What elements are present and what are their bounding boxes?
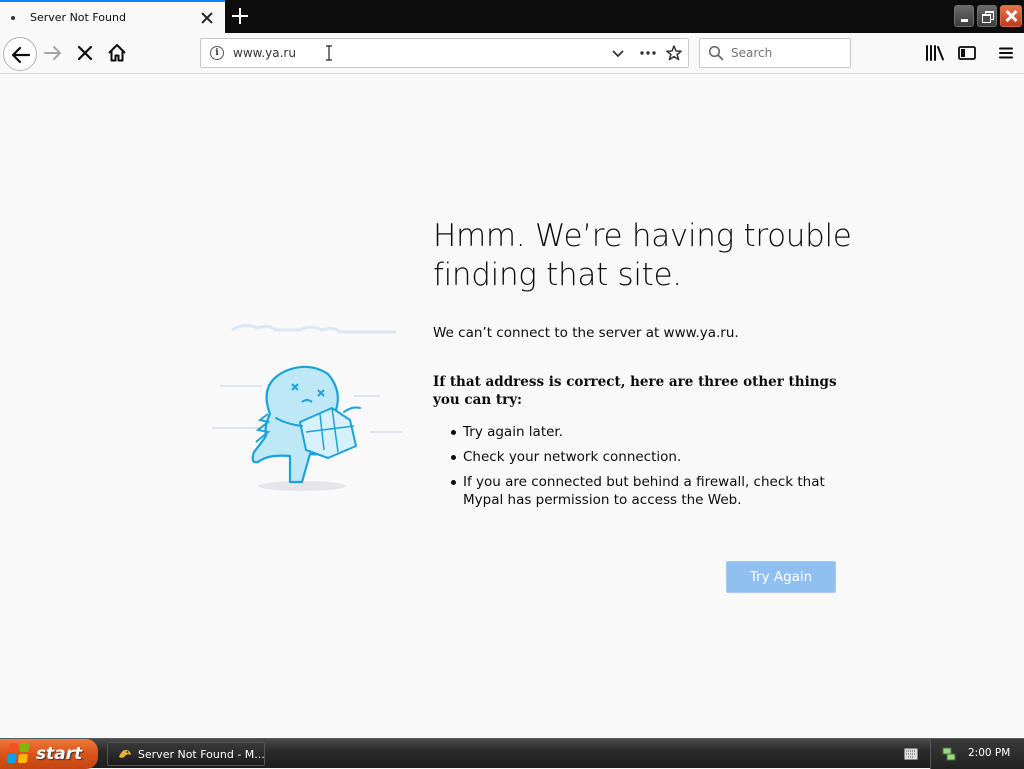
page-actions-icon[interactable] <box>639 45 657 61</box>
error-description: We can’t connect to the server at www.ya… <box>433 325 739 341</box>
text-cursor-icon <box>326 45 332 61</box>
tab-favicon-icon <box>11 15 15 20</box>
windows-logo-icon <box>6 743 31 765</box>
minimize-button[interactable] <box>954 5 974 27</box>
error-suggestions-list: Try again later. Check your network conn… <box>451 423 833 516</box>
library-button[interactable] <box>924 42 946 64</box>
sidebar-icon <box>958 46 976 60</box>
network-icon[interactable] <box>941 746 957 762</box>
stop-icon <box>77 45 93 61</box>
suggestion-item: Check your network connection. <box>451 448 833 466</box>
tab-server-not-found[interactable]: Server Not Found <box>0 0 225 33</box>
chevron-down-icon[interactable] <box>611 46 625 60</box>
try-again-button[interactable]: Try Again <box>726 561 836 593</box>
search-bar[interactable] <box>699 38 851 68</box>
taskbar-item-label: Server Not Found - M... <box>137 747 264 761</box>
home-icon <box>108 44 126 62</box>
menu-button[interactable] <box>995 42 1017 64</box>
bookmark-star-icon[interactable] <box>665 44 683 62</box>
library-icon <box>926 45 944 61</box>
browser-app-icon <box>118 749 131 758</box>
restore-button[interactable] <box>977 5 997 27</box>
title-bar: Server Not Found <box>0 0 1024 33</box>
navigation-toolbar: i www.ya.ru <box>0 33 1024 74</box>
back-arrow-icon <box>11 46 31 64</box>
error-page: Hmm. We’re having trouble finding that s… <box>0 74 1024 738</box>
taskbar: start Server Not Found - M... 2:00 PM <box>0 738 1024 769</box>
new-tab-icon[interactable] <box>231 7 249 25</box>
hamburger-menu-icon <box>999 47 1013 59</box>
search-icon <box>708 45 724 61</box>
error-title: Hmm. We’re having trouble finding that s… <box>433 218 852 293</box>
url-bar[interactable]: i www.ya.ru <box>200 38 689 68</box>
forward-arrow-icon <box>44 46 61 60</box>
stop-button[interactable] <box>74 42 96 64</box>
sidebar-button[interactable] <box>956 42 978 64</box>
close-window-button[interactable] <box>1000 5 1022 27</box>
url-text[interactable]: www.ya.ru <box>233 46 296 60</box>
back-button[interactable] <box>3 37 37 71</box>
site-info-icon[interactable]: i <box>210 46 224 60</box>
tab-title: Server Not Found <box>30 11 126 24</box>
error-suggestions-heading: If that address is correct, here are thr… <box>433 374 837 408</box>
start-label: start <box>36 744 83 764</box>
keyboard-icon[interactable] <box>904 748 918 760</box>
lost-dinosaur-illustration <box>212 323 402 491</box>
suggestion-item: If you are connected but behind a firewa… <box>451 473 833 509</box>
search-input[interactable] <box>731 45 841 61</box>
tab-close-icon[interactable] <box>199 10 215 26</box>
taskbar-item-browser[interactable]: Server Not Found - M... <box>107 742 265 766</box>
suggestion-item: Try again later. <box>451 423 833 441</box>
clock[interactable]: 2:00 PM <box>968 747 1010 759</box>
forward-button[interactable] <box>42 42 64 64</box>
start-button[interactable]: start <box>0 739 98 769</box>
home-button[interactable] <box>106 42 128 64</box>
